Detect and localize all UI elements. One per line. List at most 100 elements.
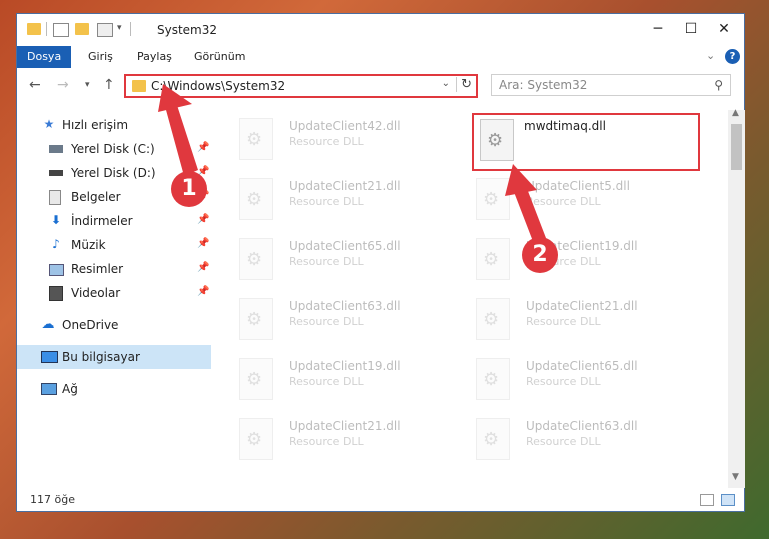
file-item[interactable]: ⚙ UpdateClient63.dll Resource DLL <box>217 290 447 345</box>
scroll-up-icon[interactable]: ▲ <box>732 108 739 118</box>
large-icons-view-icon[interactable] <box>721 494 735 506</box>
file-name: UpdateClient65.dll <box>289 239 401 253</box>
chevron-down-icon[interactable]: ▾ <box>117 23 122 33</box>
file-type: Resource DLL <box>289 255 364 268</box>
cloud-icon: ☁ <box>41 317 55 332</box>
minimize-button[interactable]: ─ <box>641 18 675 40</box>
refresh-icon[interactable]: ↻ <box>456 77 472 92</box>
tab-file[interactable]: Dosya <box>17 46 72 68</box>
file-list: ⚙ UpdateClient42.dll Resource DLL ⚙ Upda… <box>212 110 728 480</box>
scroll-down-icon[interactable]: ▼ <box>732 472 739 482</box>
sidebar-item-onedrive[interactable]: ☁ OneDrive <box>17 313 211 337</box>
folder-icon <box>27 23 41 35</box>
file-name: UpdateClient21.dll <box>289 419 401 433</box>
recent-chevron-icon[interactable]: ▾ <box>85 80 90 90</box>
star-icon: ★ <box>43 117 55 131</box>
address-dropdown-icon[interactable]: ⌄ <box>442 78 450 89</box>
file-item[interactable]: ⚙ UpdateClient65.dll Resource DLL <box>454 350 684 405</box>
sidebar-item-label: Ağ <box>62 382 78 396</box>
network-icon <box>41 383 57 395</box>
file-item[interactable]: ⚙ UpdateClient21.dll Resource DLL <box>217 170 447 225</box>
window-title: System32 <box>157 23 218 37</box>
pin-icon[interactable]: 📌 <box>197 214 209 225</box>
dll-file-icon: ⚙ <box>239 238 273 280</box>
pin-icon[interactable]: 📌 <box>197 262 209 273</box>
sidebar-item-label: Hızlı erişim <box>62 118 129 132</box>
pin-icon[interactable]: 📌 <box>197 142 209 153</box>
dll-file-icon: ⚙ <box>239 178 273 220</box>
address-bar[interactable]: C:\Windows\System32 ⌄ ↻ <box>124 74 478 98</box>
file-item[interactable]: ⚙ UpdateClient19.dll Resource DLL <box>454 230 684 285</box>
file-item[interactable]: ⚙ UpdateClient21.dll Resource DLL <box>217 410 447 465</box>
file-item[interactable]: ⚙ UpdateClient19.dll Resource DLL <box>217 350 447 405</box>
status-bar: 117 öğe <box>17 490 744 512</box>
close-button[interactable]: ✕ <box>707 18 741 40</box>
drive-icon <box>49 170 63 176</box>
sidebar-item-quick-access[interactable]: ★ Hızlı erişim <box>17 113 211 137</box>
help-icon[interactable]: ? <box>725 49 740 64</box>
dll-file-icon: ⚙ <box>476 358 510 400</box>
gear-icon: ⚙ <box>483 249 500 270</box>
file-item[interactable]: ⚙ UpdateClient21.dll Resource DLL <box>454 290 684 345</box>
file-name: UpdateClient19.dll <box>289 359 401 373</box>
step-badge-2: 2 <box>522 237 558 273</box>
tab-home[interactable]: Giriş <box>88 46 113 68</box>
new-folder-icon[interactable] <box>75 23 89 35</box>
sidebar-item-videos[interactable]: Videolar 📌 <box>17 281 211 305</box>
sidebar-item-label: OneDrive <box>62 318 119 332</box>
pin-icon[interactable]: 📌 <box>197 238 209 249</box>
file-item[interactable]: ⚙ UpdateClient65.dll Resource DLL <box>217 230 447 285</box>
pin-icon[interactable]: 📌 <box>197 286 209 297</box>
explorer-window: ▾ System32 ─ ☐ ✕ Dosya Giriş Paylaş Görü… <box>16 13 745 512</box>
ribbon-expand-icon[interactable]: ⌄ <box>706 49 715 62</box>
sidebar-item-downloads[interactable]: ⬇ İndirmeler 📌 <box>17 209 211 233</box>
sidebar-item-label: Resimler <box>71 262 124 276</box>
dll-file-icon: ⚙ <box>476 178 510 220</box>
tab-share[interactable]: Paylaş <box>137 46 172 68</box>
sidebar-item-this-pc[interactable]: Bu bilgisayar <box>17 345 211 369</box>
file-item[interactable]: ⚙ UpdateClient5.dll Resource DLL <box>454 170 684 225</box>
sidebar-item-label: Yerel Disk (C:) <box>71 142 155 156</box>
gear-icon: ⚙ <box>246 189 263 210</box>
customize-icon[interactable] <box>97 23 113 37</box>
item-count: 117 öğe <box>30 493 75 506</box>
forward-arrow-icon[interactable]: → <box>57 77 69 93</box>
up-arrow-icon[interactable]: ↑ <box>103 77 115 93</box>
file-name: UpdateClient63.dll <box>289 299 401 313</box>
search-icon: ⚲ <box>714 78 723 92</box>
tab-view[interactable]: Görünüm <box>194 46 245 68</box>
file-name: UpdateClient63.dll <box>526 419 638 433</box>
maximize-button[interactable]: ☐ <box>674 18 708 40</box>
sidebar-item-network[interactable]: Ağ <box>17 377 211 401</box>
scroll-thumb[interactable] <box>731 124 742 170</box>
sidebar-item-pictures[interactable]: Resimler 📌 <box>17 257 211 281</box>
file-item[interactable]: ⚙ UpdateClient42.dll Resource DLL <box>217 110 447 165</box>
file-item-selected[interactable]: ⚙ mwdtimaq.dll <box>472 113 700 171</box>
sidebar-item-music[interactable]: ♪ Müzik 📌 <box>17 233 211 257</box>
sidebar-item-label: Yerel Disk (D:) <box>71 166 156 180</box>
file-type: Resource DLL <box>289 195 364 208</box>
properties-icon[interactable] <box>53 23 69 37</box>
drive-icon <box>49 145 63 153</box>
details-view-icon[interactable] <box>700 494 714 506</box>
computer-icon <box>41 351 58 363</box>
file-type: Resource DLL <box>526 435 601 448</box>
step-badge-1: 1 <box>171 171 207 207</box>
address-toolbar: ← → ▾ ↑ C:\Windows\System32 ⌄ ↻ Ara: Sys… <box>17 72 744 100</box>
file-item[interactable]: ⚙ UpdateClient63.dll Resource DLL <box>454 410 684 465</box>
gear-icon: ⚙ <box>483 189 500 210</box>
dll-file-icon: ⚙ <box>476 418 510 460</box>
gear-icon: ⚙ <box>246 249 263 270</box>
music-icon: ♪ <box>52 237 60 251</box>
vertical-scrollbar[interactable]: ▲ ▼ <box>728 108 745 488</box>
back-arrow-icon[interactable]: ← <box>29 77 41 93</box>
dll-file-icon: ⚙ <box>476 238 510 280</box>
sidebar-item-label: Müzik <box>71 238 106 252</box>
documents-icon <box>49 190 61 205</box>
sidebar-item-disk-c[interactable]: Yerel Disk (C:) 📌 <box>17 137 211 161</box>
dll-file-icon: ⚙ <box>239 118 273 160</box>
file-name: UpdateClient5.dll <box>526 179 630 193</box>
search-input[interactable]: Ara: System32 ⚲ <box>491 74 731 96</box>
sidebar-item-label: Videolar <box>71 286 121 300</box>
file-type: Resource DLL <box>289 315 364 328</box>
